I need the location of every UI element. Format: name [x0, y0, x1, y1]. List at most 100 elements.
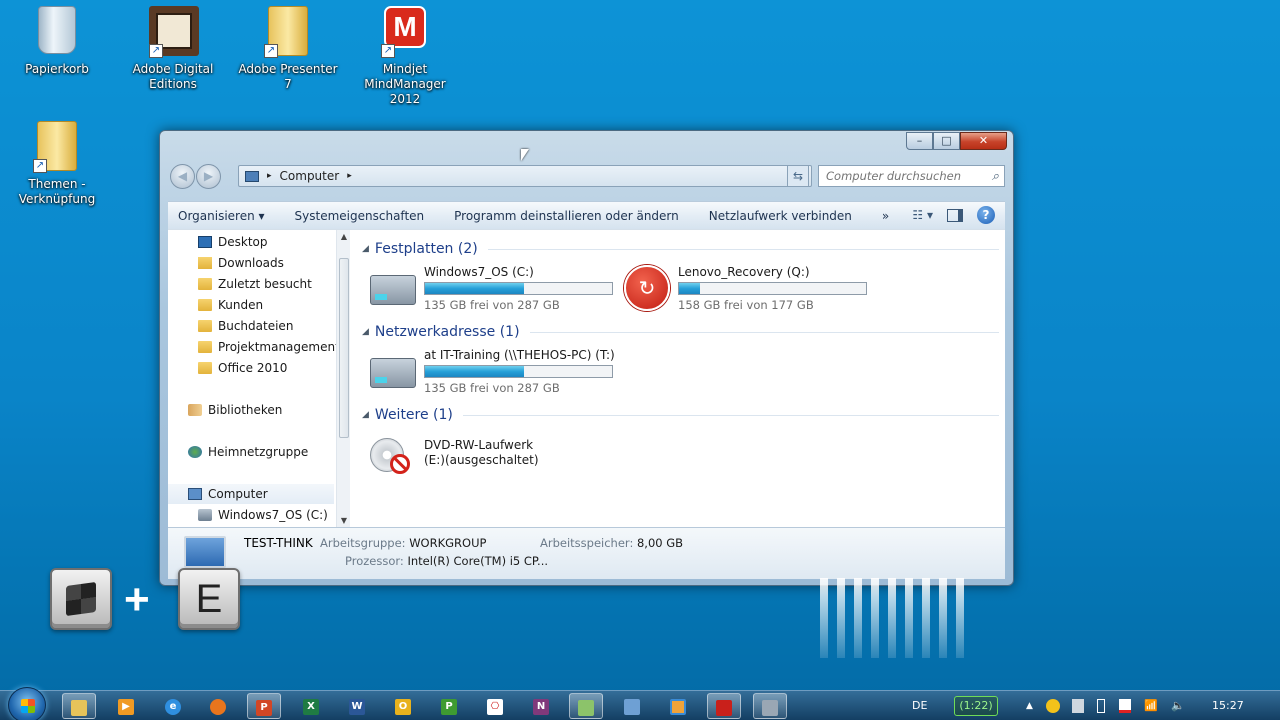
nav-scrollbar[interactable]: ▲ ▼	[336, 230, 350, 527]
taskbar-chat[interactable]	[661, 693, 695, 719]
search-input[interactable]	[826, 169, 976, 183]
dvd-disabled-icon	[370, 438, 418, 476]
nav-item-downloads[interactable]: Downloads	[168, 253, 334, 273]
taskbar-outlook[interactable]: O	[386, 693, 420, 719]
view-controls: ☷ ▾ ?	[912, 206, 995, 224]
forward-arrow-icon: ▶	[203, 169, 214, 183]
system-properties-button[interactable]: Systemeigenschaften	[295, 209, 425, 223]
maximize-button[interactable]: □	[933, 132, 960, 150]
group-hard-drives[interactable]: ◢ Festplatten (2)	[362, 239, 999, 259]
drive-dvd[interactable]: DVD-RW-Laufwerk (E:)(ausgeschaltet)	[370, 432, 620, 478]
nav-item-drive-c[interactable]: Windows7_OS (C:)	[168, 505, 334, 525]
command-bar: Organisieren ▾ Systemeigenschaften Progr…	[168, 201, 1005, 229]
organize-menu[interactable]: Organisieren ▾	[178, 209, 265, 223]
close-button[interactable]: ✕	[960, 132, 1007, 150]
volume-tray-icon[interactable]: 🔈	[1171, 699, 1185, 712]
taskbar-firefox[interactable]	[201, 693, 235, 719]
taskbar-onenote[interactable]: N	[524, 693, 558, 719]
nav-item-projektmanagement[interactable]: Projektmanagement	[168, 337, 340, 357]
search-box[interactable]: ⌕	[818, 165, 1005, 187]
nav-item-label: Office 2010	[218, 361, 288, 375]
help-icon[interactable]: ?	[977, 206, 995, 224]
chat-icon	[670, 698, 686, 715]
details-pane: TEST-THINK Arbeitsgruppe: WORKGROUP Arbe…	[168, 527, 1005, 579]
scroll-up-icon[interactable]: ▲	[337, 232, 351, 241]
group-title: Festplatten (2)	[374, 241, 478, 257]
nav-item-libraries[interactable]: Bibliotheken	[168, 400, 334, 420]
explorer-window[interactable]: – □ ✕ ◀ ▶ ▸ Computer ▸ ▼ ⇆ ⌕ Organisiere…	[159, 130, 1014, 586]
nav-item-buchdateien[interactable]: Buchdateien	[168, 316, 334, 336]
taskbar-powerpoint[interactable]: P	[247, 693, 281, 719]
nav-item-recent[interactable]: Zuletzt besucht	[168, 274, 334, 294]
uninstall-program-button[interactable]: Programm deinstallieren oder ändern	[454, 209, 679, 223]
signal-tray-icon[interactable]: 📶	[1144, 699, 1158, 712]
decorative-light-bars	[820, 578, 965, 658]
map-network-drive-button[interactable]: Netzlaufwerk verbinden	[709, 209, 852, 223]
forward-button[interactable]: ▶	[196, 164, 221, 189]
desktop-icon-label: Mindjet MindManager 2012	[364, 62, 446, 106]
breadcrumb-computer[interactable]: Computer	[280, 169, 340, 183]
computer-icon	[188, 488, 202, 500]
taskbar-word[interactable]: W	[340, 693, 374, 719]
refresh-button[interactable]: ⇆	[787, 165, 809, 187]
nav-item-label: Buchdateien	[218, 319, 294, 333]
collapse-icon: ◢	[362, 410, 369, 420]
scrollbar-thumb[interactable]	[339, 258, 349, 438]
taskbar-photo[interactable]	[569, 693, 603, 719]
desktop-icon-mindmanager[interactable]: M ↗ Mindjet MindManager 2012	[355, 6, 455, 107]
preview-pane-button[interactable]	[947, 208, 963, 222]
taskbar-pdf[interactable]: ⎔	[478, 693, 512, 719]
battery-tray-icon[interactable]	[1097, 699, 1105, 713]
taskbar-media-player[interactable]: ▶	[109, 693, 143, 719]
desktop-icon-adobe-digital-editions[interactable]: ↗ Adobe Digital Editions	[123, 6, 223, 92]
clock[interactable]: 15:27	[1212, 691, 1244, 720]
libraries-icon	[188, 404, 202, 416]
drive-q[interactable]: ↻ Lenovo_Recovery (Q:) 158 GB frei von 1…	[624, 265, 874, 312]
back-button[interactable]: ◀	[170, 164, 195, 189]
recycle-bin-icon	[33, 6, 81, 58]
nav-item-computer[interactable]: Computer	[168, 484, 334, 504]
taskbar-project[interactable]: P	[432, 693, 466, 719]
dvd-status: (E:)(ausgeschaltet)	[424, 453, 539, 467]
change-view-button[interactable]: ☷ ▾	[912, 208, 933, 222]
usb-tray-icon[interactable]	[1071, 699, 1084, 713]
desktop-icon-adobe-presenter[interactable]: ↗ Adobe Presenter 7	[238, 6, 338, 92]
drive-name: at IT-Training (\\THEHOS-PC) (T:)	[424, 348, 615, 362]
nav-item-desktop[interactable]: Desktop	[168, 232, 334, 252]
nav-item-label: Projektmanagement	[218, 340, 340, 354]
show-hidden-icons-button[interactable]: ▲	[1026, 691, 1033, 720]
nav-item-kunden[interactable]: Kunden	[168, 295, 334, 315]
back-arrow-icon: ◀	[177, 169, 188, 183]
refresh-icon: ⇆	[792, 169, 804, 183]
taskbar-internet-explorer[interactable]: e	[156, 693, 190, 719]
nav-item-office-2010[interactable]: Office 2010	[168, 358, 334, 378]
drive-free-space: 158 GB frei von 177 GB	[678, 298, 814, 312]
group-other[interactable]: ◢ Weitere (1)	[362, 405, 999, 425]
address-bar[interactable]: ▸ Computer ▸ ▼	[238, 165, 812, 187]
taskbar-window[interactable]	[615, 693, 649, 719]
group-title: Weitere (1)	[374, 407, 453, 423]
breadcrumb-separator[interactable]: ▸	[267, 171, 272, 181]
taskbar-tools[interactable]	[753, 693, 787, 719]
recent-places-icon	[198, 278, 212, 290]
desktop-icon-themen[interactable]: ↗ Themen - Verknüpfung	[7, 121, 107, 207]
nav-item-homegroup[interactable]: Heimnetzgruppe	[168, 442, 334, 462]
hard-drive-icon	[370, 271, 418, 309]
action-center-icon[interactable]	[1118, 699, 1131, 713]
taskbar-explorer[interactable]	[62, 693, 96, 719]
taskbar-acrobat[interactable]	[707, 693, 741, 719]
group-network[interactable]: ◢ Netzwerkadresse (1)	[362, 322, 999, 342]
tray-icons: 📶 🔈	[1046, 691, 1185, 720]
language-indicator[interactable]: DE	[912, 691, 927, 720]
taskbar-excel[interactable]: X	[294, 693, 328, 719]
drive-t[interactable]: at IT-Training (\\THEHOS-PC) (T:) 135 GB…	[370, 348, 620, 395]
drive-c[interactable]: Windows7_OS (C:) 135 GB frei von 287 GB	[370, 265, 620, 312]
more-commands-button[interactable]: »	[882, 209, 889, 223]
desktop-icon-recycle-bin[interactable]: Papierkorb	[7, 6, 107, 77]
battery-timer[interactable]: (1:22)	[954, 696, 998, 716]
network-tray-icon[interactable]	[1046, 699, 1060, 713]
breadcrumb-separator[interactable]: ▸	[347, 171, 352, 181]
scroll-down-icon[interactable]: ▼	[337, 516, 351, 525]
minimize-button[interactable]: –	[906, 132, 933, 150]
start-button[interactable]	[8, 687, 46, 720]
